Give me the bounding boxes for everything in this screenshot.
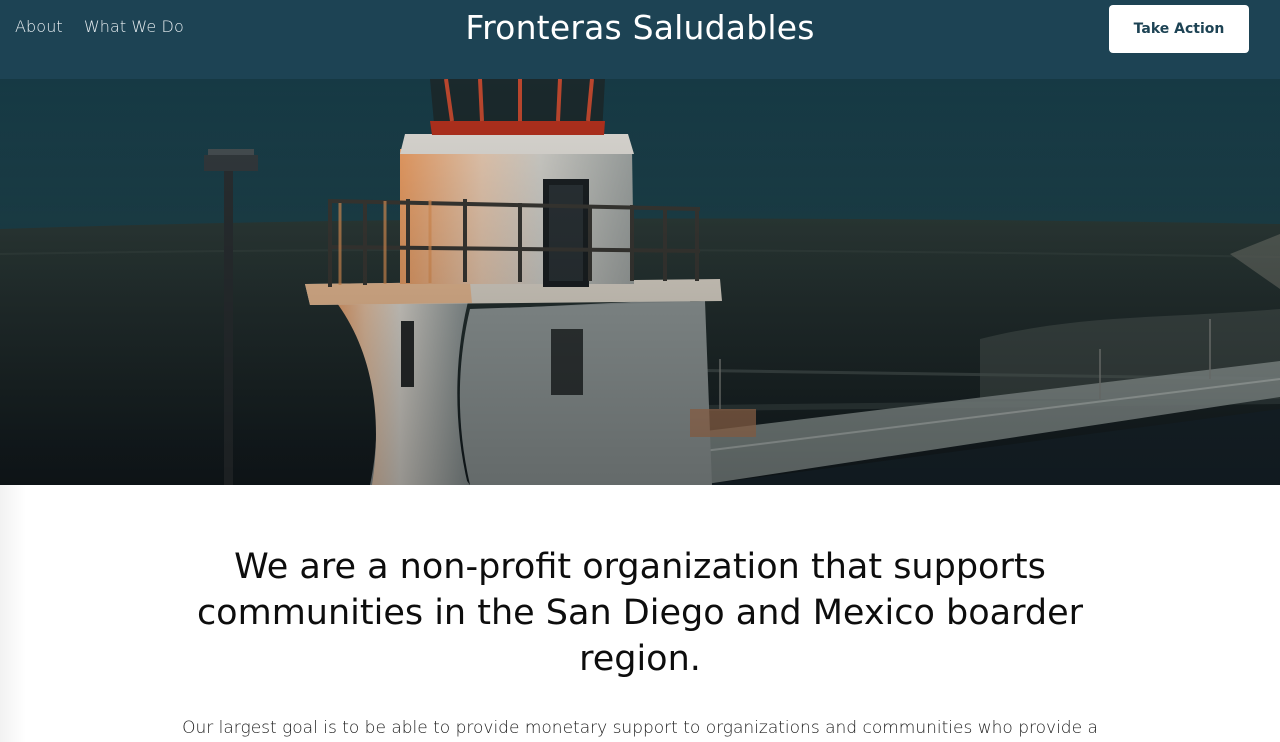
- site-title[interactable]: Fronteras Saludables: [0, 8, 1280, 47]
- hero-banner: [0, 79, 1280, 485]
- hero-lighthouse-image: [0, 79, 1280, 485]
- take-action-button[interactable]: Take Action: [1109, 5, 1249, 53]
- left-edge-shadow: [0, 485, 26, 742]
- site-header: About What We Do Fronteras Saludables Ta…: [0, 0, 1280, 79]
- mission-body: Our largest goal is to be able to provid…: [182, 718, 1098, 738]
- mission-heading: We are a non-profit organization that su…: [196, 547, 1084, 679]
